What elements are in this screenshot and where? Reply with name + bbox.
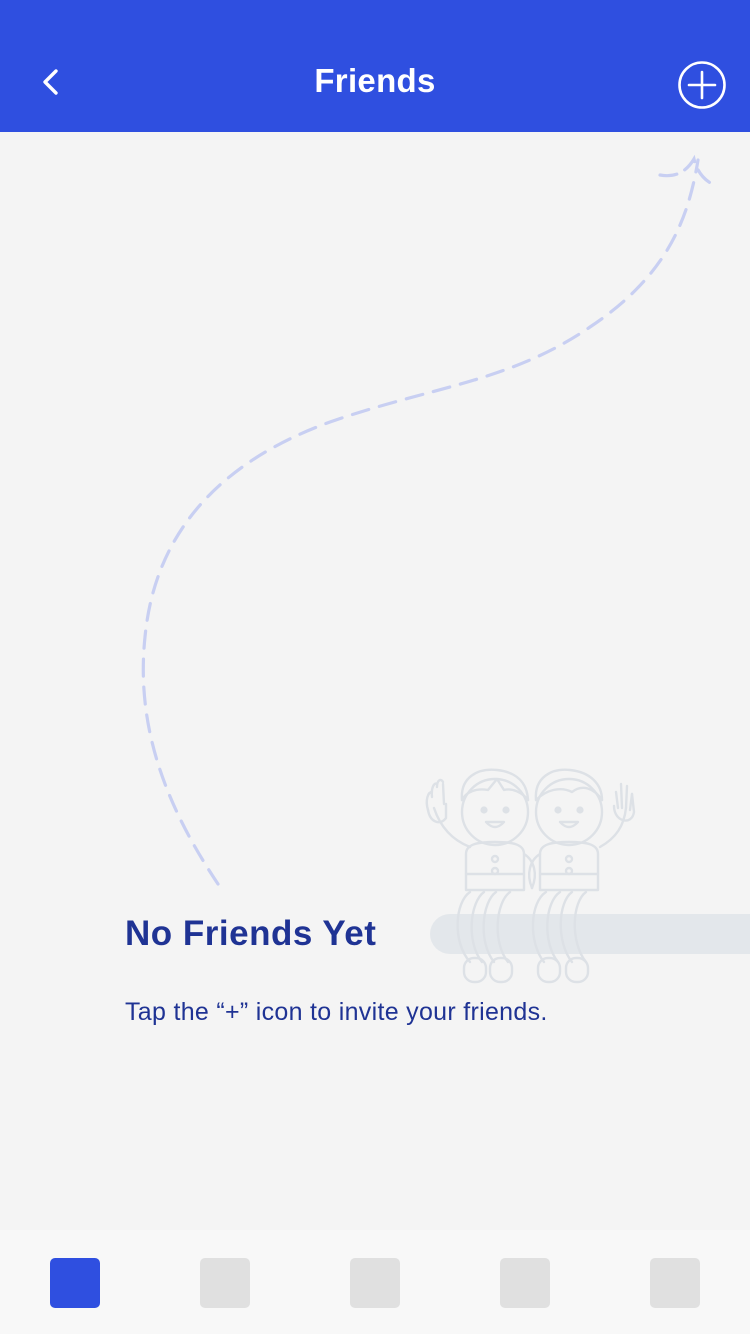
tab-5[interactable]: [650, 1258, 700, 1308]
add-friend-button[interactable]: [677, 60, 727, 110]
tab-1[interactable]: [50, 1258, 100, 1308]
tab-4[interactable]: [500, 1258, 550, 1308]
page-title: Friends: [314, 62, 436, 99]
seat-bar: [430, 914, 750, 954]
app-header: Friends: [0, 0, 750, 132]
empty-state-title: No Friends Yet: [125, 914, 377, 953]
dashed-arrow: [141, 154, 714, 886]
tab-3[interactable]: [350, 1258, 400, 1308]
plus-circle-icon: [678, 61, 726, 109]
empty-state-illustration: [141, 154, 750, 984]
bottom-tab-bar: [0, 1230, 750, 1334]
empty-state-subtitle: Tap the “+” icon to invite your friends.: [125, 998, 548, 1026]
tab-2[interactable]: [200, 1258, 250, 1308]
friends-empty-state: No Friends Yet Tap the “+” icon to invit…: [0, 132, 750, 1230]
